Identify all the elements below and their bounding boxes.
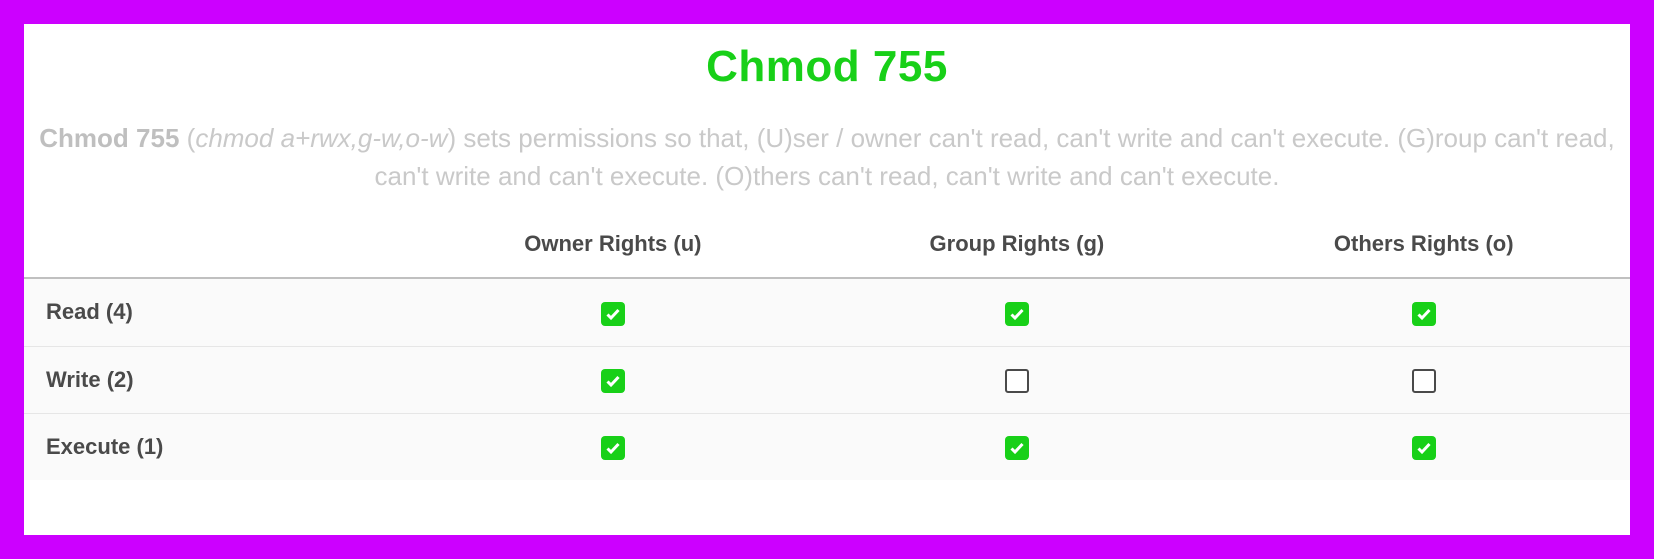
desc-italic: chmod a+rwx,g-w,o-w (195, 123, 447, 153)
cell-owner (409, 413, 816, 480)
desc-rest: ) sets permissions so that, (U)ser / own… (375, 123, 1615, 191)
cell-others (1217, 346, 1630, 413)
checkbox-unchecked-icon[interactable] (1412, 369, 1436, 393)
table-row: Execute (1) (24, 413, 1630, 480)
checkbox-unchecked-icon[interactable] (1005, 369, 1029, 393)
checkbox-checked-icon[interactable] (1412, 302, 1436, 326)
checkbox-checked-icon[interactable] (601, 302, 625, 326)
cell-others (1217, 413, 1630, 480)
row-label: Read (4) (24, 278, 409, 346)
table-row: Read (4) (24, 278, 1630, 346)
description: Chmod 755 (chmod a+rwx,g-w,o-w) sets per… (24, 120, 1630, 195)
header-owner: Owner Rights (u) (409, 231, 816, 278)
row-label: Write (2) (24, 346, 409, 413)
cell-group (816, 346, 1217, 413)
cell-group (816, 278, 1217, 346)
desc-bold: Chmod 755 (39, 123, 179, 153)
cell-group (816, 413, 1217, 480)
checkbox-checked-icon[interactable] (1412, 436, 1436, 460)
page-title: Chmod 755 (24, 42, 1630, 92)
checkbox-checked-icon[interactable] (601, 436, 625, 460)
chmod-card: Chmod 755 Chmod 755 (chmod a+rwx,g-w,o-w… (24, 24, 1630, 535)
table-row: Write (2) (24, 346, 1630, 413)
desc-paren-open: ( (179, 123, 195, 153)
table-header-row: Owner Rights (u) Group Rights (g) Others… (24, 231, 1630, 278)
header-group: Group Rights (g) (816, 231, 1217, 278)
cell-owner (409, 278, 816, 346)
permissions-table: Owner Rights (u) Group Rights (g) Others… (24, 231, 1630, 480)
checkbox-checked-icon[interactable] (1005, 302, 1029, 326)
header-others: Others Rights (o) (1217, 231, 1630, 278)
checkbox-checked-icon[interactable] (1005, 436, 1029, 460)
checkbox-checked-icon[interactable] (601, 369, 625, 393)
header-empty (24, 231, 409, 278)
row-label: Execute (1) (24, 413, 409, 480)
cell-owner (409, 346, 816, 413)
cell-others (1217, 278, 1630, 346)
